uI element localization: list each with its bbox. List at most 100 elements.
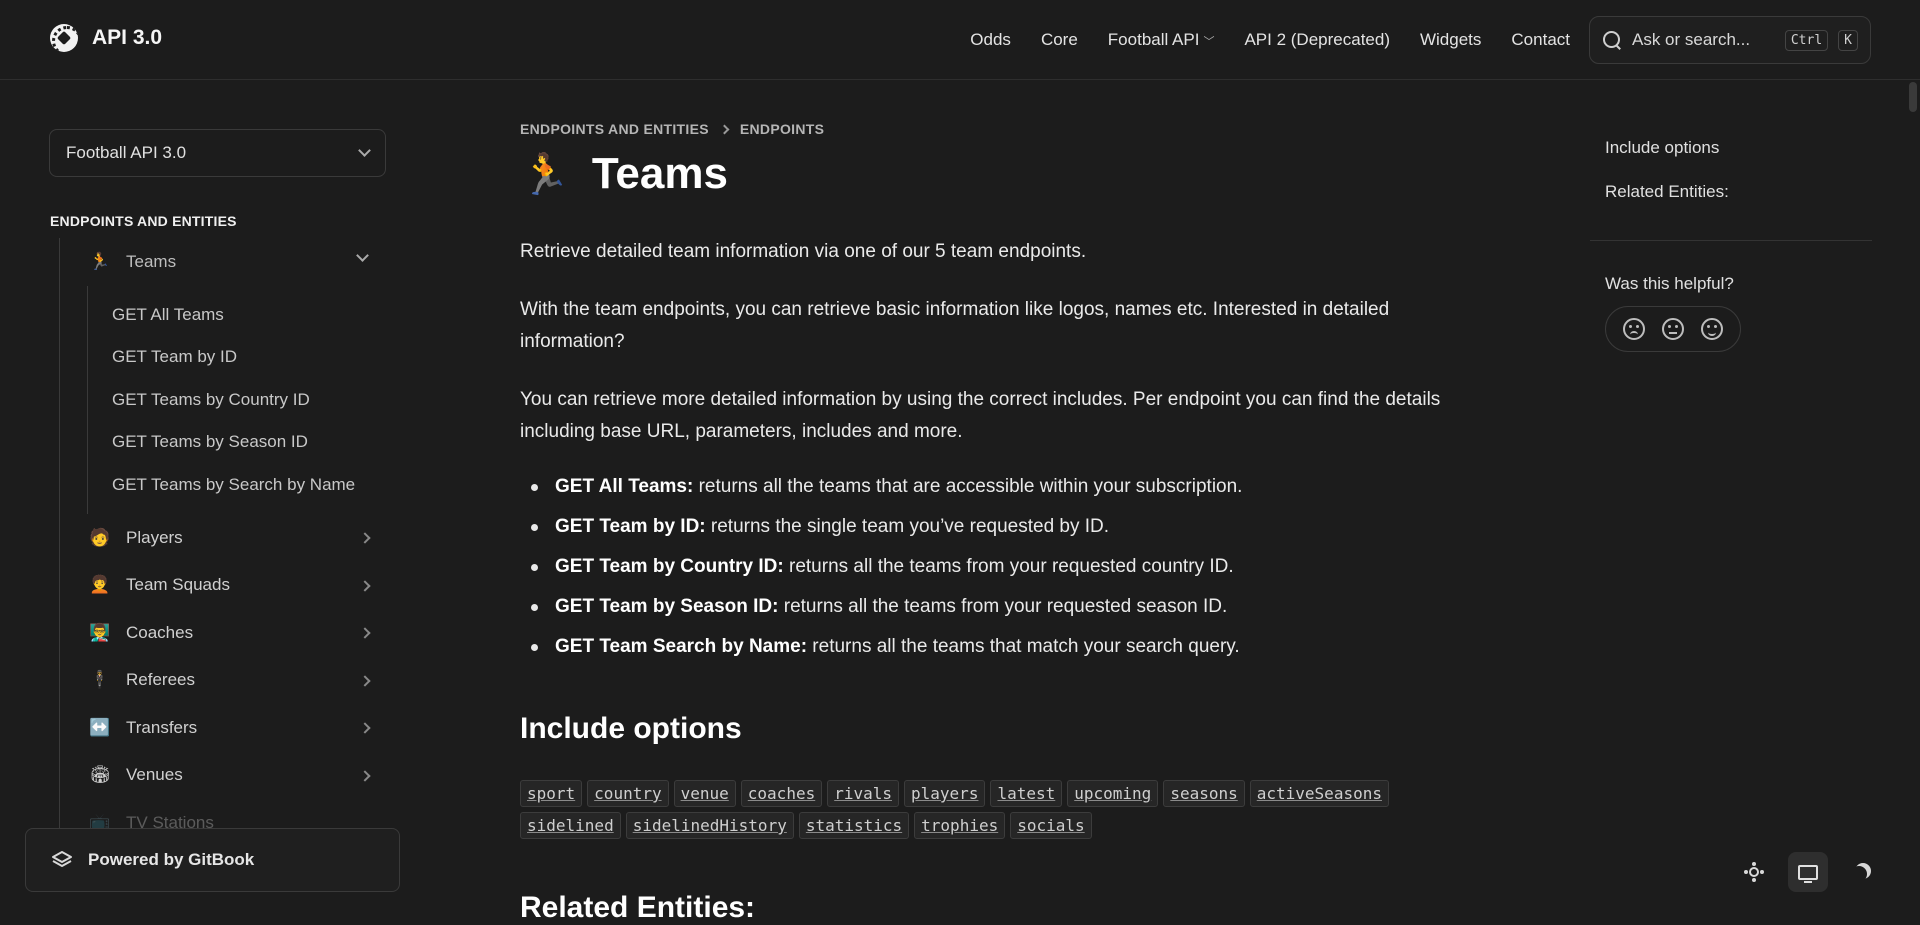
- includes-paragraph: You can retrieve more detailed informati…: [520, 389, 1441, 442]
- sidebar-subitem-get-team-by-id[interactable]: GET Team by ID: [88, 336, 389, 379]
- gitbook-icon: [52, 851, 72, 867]
- chevron-right-icon[interactable]: [359, 722, 371, 734]
- list-item: GET Team by Country ID: returns all the …: [520, 547, 1480, 587]
- sidebar-item-label: Transfers: [126, 717, 198, 737]
- chevron-down-icon: ﹀: [1203, 36, 1215, 48]
- sidebar-subitem-get-teams-by-season-id[interactable]: GET Teams by Season ID: [88, 421, 389, 464]
- nav-widgets[interactable]: Widgets: [1420, 30, 1481, 50]
- list-item-bold: GET Team by Season ID:: [555, 596, 779, 617]
- sidebar-item-label: Venues: [126, 765, 183, 785]
- sidebar-item-label: Coaches: [126, 622, 194, 642]
- list-item-text: returns all the teams from your requeste…: [783, 556, 1234, 577]
- include-tag[interactable]: country: [587, 780, 669, 807]
- scrollbar-thumb[interactable]: [1909, 82, 1917, 112]
- include-tag[interactable]: socials: [1010, 812, 1092, 839]
- page-title-text: Teams: [591, 149, 728, 198]
- soccer-ball-icon: [50, 24, 78, 52]
- list-item-text: returns all the teams from your requeste…: [778, 596, 1228, 617]
- nav-api-2[interactable]: API 2 (Deprecated): [1244, 30, 1390, 50]
- nav-football-api-label: Football API: [1107, 30, 1200, 49]
- system-theme-button[interactable]: [1788, 852, 1828, 892]
- endpoint-list: GET All Teams: returns all the teams tha…: [520, 467, 1480, 667]
- include-tag[interactable]: sidelinedHistory: [625, 812, 794, 839]
- chevron-right-icon[interactable]: [359, 769, 371, 782]
- include-tag[interactable]: seasons: [1163, 780, 1245, 807]
- sidebar-item-coaches[interactable]: 👨‍🏫 Coaches: [60, 609, 389, 657]
- list-item: GET All Teams: returns all the teams tha…: [520, 467, 1480, 507]
- theme-switcher: [1734, 852, 1882, 892]
- chevron-down-icon[interactable]: [356, 249, 369, 262]
- moon-icon: [1851, 866, 1867, 882]
- sidebar-item-teams[interactable]: 🏃 Teams: [60, 238, 389, 286]
- sidebar-subitem-get-teams-by-search[interactable]: GET Teams by Search by Name: [88, 464, 389, 507]
- include-tag[interactable]: upcoming: [1067, 780, 1159, 807]
- list-item-text: returns all the teams that match your se…: [807, 636, 1240, 657]
- include-tag[interactable]: statistics: [798, 812, 910, 839]
- top-nav: Odds Core Football API ﹀ API 2 (Deprecate…: [970, 0, 1570, 80]
- nav-football-api[interactable]: Football API ﹀: [1108, 30, 1215, 50]
- light-theme-button[interactable]: [1734, 852, 1774, 892]
- suited-person-icon: 🕴: [89, 670, 111, 690]
- intro-paragraph: Retrieve detailed team information via o…: [520, 241, 1087, 262]
- neutral-face-icon[interactable]: [1661, 318, 1684, 340]
- list-item: GET Team by Season ID: returns all the t…: [520, 587, 1480, 627]
- list-item-bold: GET All Teams:: [555, 476, 694, 497]
- include-tag[interactable]: activeSeasons: [1249, 780, 1389, 807]
- sidebar-item-transfers[interactable]: ↔️ Transfers: [60, 704, 389, 752]
- breadcrumb-endpoints-and-entities[interactable]: ENDPOINTS AND ENTITIES: [520, 121, 709, 137]
- nav-core[interactable]: Core: [1041, 30, 1078, 50]
- page-scrollbar[interactable]: [1906, 80, 1920, 912]
- list-item-bold: GET Team Search by Name:: [555, 636, 808, 657]
- detail-paragraph: With the team endpoints, you can retriev…: [520, 299, 1390, 352]
- search-placeholder: Ask or search...: [1632, 30, 1751, 49]
- breadcrumb: ENDPOINTS AND ENTITIES ENDPOINTS: [520, 121, 824, 137]
- sidebar-subitem-get-teams-by-country-id[interactable]: GET Teams by Country ID: [88, 379, 389, 422]
- nav-odds[interactable]: Odds: [970, 30, 1011, 50]
- chevron-right-icon: [719, 124, 730, 134]
- list-item: GET Team by ID: returns the single team …: [520, 507, 1480, 547]
- sidebar-item-players[interactable]: 🧑 Players: [60, 514, 389, 562]
- include-tag[interactable]: sport: [520, 780, 583, 807]
- include-tag[interactable]: trophies: [914, 812, 1006, 839]
- include-tag[interactable]: coaches: [740, 780, 823, 807]
- chevron-right-icon[interactable]: [359, 627, 371, 639]
- stadium-icon: 🏟: [89, 765, 111, 785]
- include-tag[interactable]: venue: [673, 780, 736, 807]
- include-tag[interactable]: latest: [990, 780, 1063, 807]
- version-select-value: Football API 3.0: [66, 143, 187, 162]
- sidebar-item-referees[interactable]: 🕴 Referees: [60, 657, 389, 705]
- sun-icon: [1749, 867, 1759, 877]
- dark-theme-button[interactable]: [1842, 852, 1882, 892]
- sidebar-item-team-squads[interactable]: 🧑‍🦱 Team Squads: [60, 562, 389, 610]
- nav-contact[interactable]: Contact: [1511, 30, 1570, 50]
- version-select[interactable]: Football API 3.0: [49, 129, 386, 177]
- toc-related-entities[interactable]: Related Entities:: [1605, 182, 1729, 202]
- powered-by-gitbook-link[interactable]: Powered by GitBook: [25, 828, 400, 892]
- helpful-label: Was this helpful?: [1605, 274, 1734, 293]
- teams-sub-list: GET All Teams GET Team by ID GET Teams b…: [87, 285, 389, 514]
- left-right-arrow-icon: ↔️: [89, 717, 111, 737]
- include-tag[interactable]: players: [904, 780, 986, 807]
- search-button[interactable]: Ask or search... Ctrl K: [1589, 16, 1871, 64]
- happy-face-icon[interactable]: [1701, 318, 1724, 340]
- include-tag[interactable]: rivals: [827, 780, 900, 807]
- chevron-right-icon[interactable]: [359, 532, 371, 544]
- toc-include-options[interactable]: Include options: [1605, 138, 1719, 158]
- sidebar-item-label: Referees: [126, 670, 195, 690]
- chevron-down-icon: [358, 144, 371, 157]
- top-bar: API 3.0 Odds Core Football API ﹀ API 2 (D…: [0, 0, 1920, 80]
- sidebar-item-label: Players: [126, 527, 183, 547]
- brand-link[interactable]: API 3.0: [50, 24, 162, 52]
- include-tag[interactable]: sidelined: [520, 812, 621, 839]
- breadcrumb-endpoints[interactable]: ENDPOINTS: [740, 121, 824, 137]
- sad-face-icon[interactable]: [1622, 318, 1645, 340]
- person-icon: 🧑: [89, 527, 111, 547]
- chevron-right-icon[interactable]: [359, 674, 371, 687]
- sidebar-section-label: ENDPOINTS AND ENTITIES: [50, 213, 237, 229]
- sidebar-subitem-get-all-teams[interactable]: GET All Teams: [88, 294, 389, 337]
- chevron-right-icon[interactable]: [359, 579, 371, 592]
- sidebar-item-venues[interactable]: 🏟 Venues: [60, 752, 389, 800]
- page-title: 🏃 Teams: [520, 149, 728, 199]
- shortcut-k: K: [1838, 29, 1858, 51]
- monitor-icon: [1798, 864, 1818, 883]
